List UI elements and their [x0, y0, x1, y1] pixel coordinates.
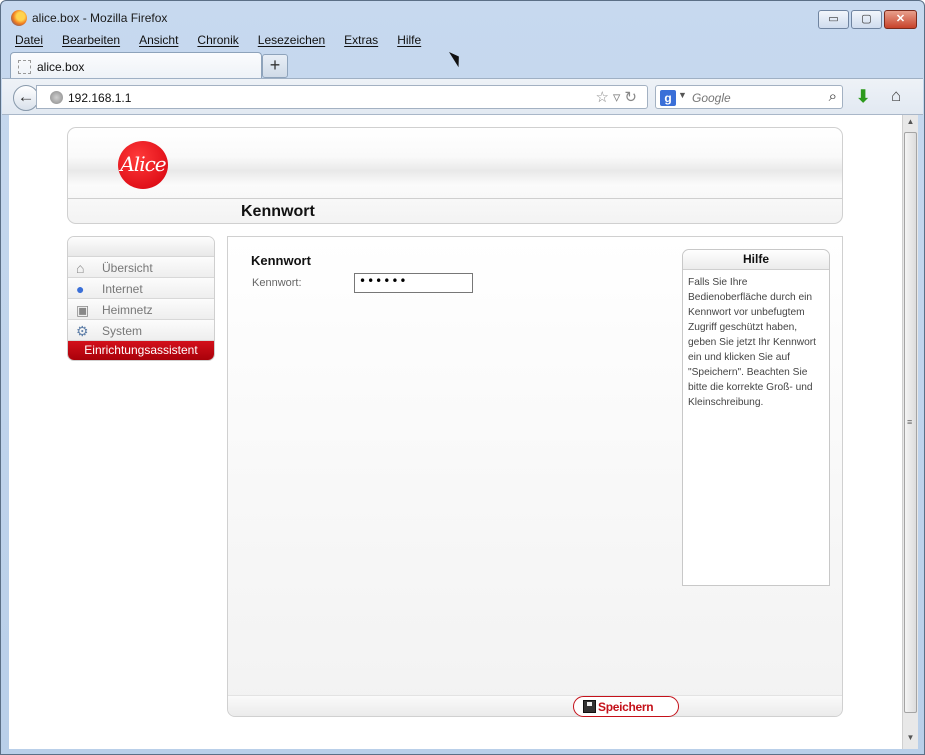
- alice-logo: Alice: [118, 141, 168, 189]
- header-divider: [68, 198, 842, 199]
- page-title: Kennwort: [241, 203, 315, 220]
- sidebar-item-heimnetz[interactable]: ▣ Heimnetz: [68, 299, 214, 320]
- help-text: Falls Sie Ihre Bedienoberfläche durch ei…: [688, 277, 816, 408]
- form-heading: Kennwort: [251, 253, 311, 268]
- menu-ansicht[interactable]: Ansicht: [139, 33, 178, 47]
- network-icon: ▣: [76, 302, 90, 318]
- password-field[interactable]: ••••••: [354, 273, 473, 293]
- title-bar: alice.box - Mozilla Firefox ▭ ▢ ✕: [1, 1, 924, 33]
- tab-bar: alice.box +: [7, 52, 919, 79]
- gears-icon: ⚙: [76, 323, 89, 339]
- blank-page-icon: [18, 60, 31, 74]
- menu-chronik[interactable]: Chronik: [197, 33, 238, 47]
- sidebar-item-label: Übersicht: [102, 261, 153, 275]
- google-icon[interactable]: g: [660, 90, 676, 106]
- download-icon[interactable]: ⬇: [856, 87, 870, 107]
- grip-icon: ≡: [907, 417, 913, 427]
- sidebar-item-uebersicht[interactable]: ⌂ Übersicht: [68, 257, 214, 278]
- home-icon[interactable]: ⌂: [891, 86, 901, 106]
- scroll-up-icon[interactable]: ▲: [903, 117, 918, 131]
- tab-alice-box[interactable]: alice.box: [10, 52, 262, 79]
- menu-extras[interactable]: Extras: [344, 33, 378, 47]
- menu-bearbeiten[interactable]: Bearbeiten: [62, 33, 120, 47]
- bookmark-star-icon[interactable]: ☆: [595, 89, 612, 106]
- chevron-down-icon[interactable]: ▼: [678, 90, 687, 100]
- url-bar[interactable]: 192.168.1.1 ☆▿↻: [36, 85, 648, 109]
- globe-icon: [50, 91, 63, 104]
- maximize-button[interactable]: ▢: [851, 10, 882, 29]
- globe-icon: ●: [76, 281, 85, 297]
- sidebar: ⌂ Übersicht ● Internet ▣ Heimnetz ⚙ Syst…: [67, 236, 215, 361]
- sidebar-item-internet[interactable]: ● Internet: [68, 278, 214, 299]
- search-bar[interactable]: g ▼ Google ⌕: [655, 85, 843, 109]
- close-button[interactable]: ✕: [884, 10, 917, 29]
- tab-label: alice.box: [37, 60, 85, 74]
- vertical-scrollbar[interactable]: ▲ ≡ ▼: [902, 115, 918, 749]
- reload-icon[interactable]: ↻: [624, 89, 641, 106]
- menu-lesezeichen[interactable]: Lesezeichen: [258, 33, 325, 47]
- help-title: Hilfe: [683, 250, 829, 270]
- sidebar-item-label: Heimnetz: [102, 303, 153, 317]
- url-bar-actions: ☆▿↻: [595, 88, 641, 106]
- sidebar-item-label: Internet: [102, 282, 143, 296]
- page-header: Alice Kennwort: [67, 127, 843, 224]
- scroll-thumb[interactable]: ≡: [904, 132, 917, 713]
- menu-bar: Datei Bearbeiten Ansicht Chronik Lesezeichen…: [7, 33, 433, 51]
- navigation-toolbar: ← 192.168.1.1 ☆▿↻ g ▼ Google ⌕ ⬇ ⌂: [2, 78, 923, 115]
- url-text: 192.168.1.1: [68, 91, 132, 105]
- save-button[interactable]: Speichern: [573, 696, 679, 717]
- floppy-disk-icon: [583, 700, 596, 713]
- menu-hilfe[interactable]: Hilfe: [397, 33, 421, 47]
- house-icon: ⌂: [76, 260, 85, 276]
- password-label: Kennwort:: [252, 277, 302, 289]
- search-input[interactable]: Google: [692, 91, 731, 105]
- setup-wizard-button[interactable]: Einrichtungsassistent: [68, 341, 214, 360]
- browser-window: alice.box - Mozilla Firefox ▭ ▢ ✕ Datei B…: [0, 0, 925, 755]
- minimize-button[interactable]: ▭: [818, 10, 849, 29]
- window-title: alice.box - Mozilla Firefox: [32, 11, 168, 25]
- help-box: Hilfe Falls Sie Ihre Bedienoberfläche du…: [682, 249, 830, 586]
- sidebar-header: [68, 237, 214, 257]
- new-tab-button[interactable]: +: [262, 54, 288, 78]
- save-button-label: Speichern: [598, 700, 654, 714]
- sidebar-item-label: System: [102, 324, 143, 338]
- main-panel: Kennwort Kennwort: •••••• Hilfe Falls Si…: [227, 236, 843, 717]
- page-viewport: Alice Kennwort ⌂ Übersicht ● Internet ▣ …: [9, 115, 902, 749]
- menu-datei[interactable]: Datei: [15, 33, 43, 47]
- history-dropdown-icon[interactable]: ▿: [613, 89, 625, 106]
- sidebar-item-system[interactable]: ⚙ System: [68, 320, 214, 341]
- form-footer: Speichern: [228, 695, 842, 717]
- search-icon[interactable]: ⌕: [829, 88, 837, 105]
- firefox-icon: [11, 10, 27, 26]
- scroll-down-icon[interactable]: ▼: [903, 733, 918, 747]
